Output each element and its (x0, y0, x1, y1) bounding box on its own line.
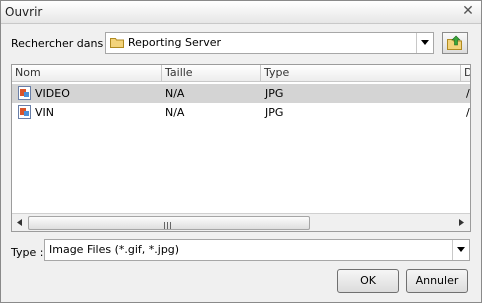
look-in-label: Rechercher dans : (11, 37, 111, 50)
file-type-dropdown[interactable]: Image Files (*.gif, *.jpg) (44, 239, 470, 261)
chevron-down-icon (421, 40, 429, 45)
look-in-dropdown[interactable]: Reporting Server (105, 32, 434, 54)
up-folder-icon (447, 35, 462, 50)
cancel-button[interactable]: Annuler (406, 269, 468, 293)
file-list-header: Nom Taille Type D (12, 65, 470, 82)
file-type: JPG (265, 106, 284, 119)
image-file-icon (18, 86, 31, 103)
chevron-down-icon (457, 247, 465, 252)
horizontal-scrollbar[interactable] (12, 213, 470, 231)
column-header-type[interactable]: Type (261, 65, 461, 81)
table-row[interactable]: VIN N/A JPG / (12, 103, 470, 122)
table-row[interactable]: VIDEO N/A JPG / (12, 84, 470, 103)
scroll-right-button[interactable] (454, 214, 470, 231)
open-dialog: Ouvrir ✕ Rechercher dans : Reporting Ser… (0, 0, 482, 303)
scrollbar-grip (164, 219, 174, 229)
file-list[interactable]: Nom Taille Type D VIDEO N/A JPG / (11, 64, 471, 232)
scroll-left-button[interactable] (12, 214, 28, 231)
file-date: / (466, 106, 470, 119)
image-file-icon (18, 105, 31, 122)
folder-icon (110, 36, 124, 51)
column-header-size[interactable]: Taille (162, 65, 261, 81)
file-size: N/A (165, 87, 185, 100)
file-type-value: Image Files (*.gif, *.jpg) (49, 243, 180, 256)
up-folder-button[interactable] (442, 32, 468, 54)
dialog-title: Ouvrir (5, 5, 43, 19)
close-icon[interactable]: ✕ (461, 4, 475, 18)
look-in-dropdown-button[interactable] (416, 33, 433, 53)
column-header-name[interactable]: Nom (12, 65, 162, 81)
ok-button[interactable]: OK (337, 269, 399, 293)
chevron-left-icon (17, 219, 22, 226)
file-size: N/A (165, 106, 185, 119)
chevron-right-icon (459, 219, 464, 226)
file-date: / (466, 87, 470, 100)
title-bar: Ouvrir ✕ (1, 1, 481, 24)
file-type: JPG (265, 87, 284, 100)
scrollbar-thumb[interactable] (28, 216, 310, 230)
file-name: VIN (35, 106, 54, 119)
file-type-label: Type : (11, 246, 44, 259)
look-in-value: Reporting Server (128, 36, 222, 49)
file-type-dropdown-button[interactable] (452, 240, 469, 260)
file-name: VIDEO (35, 87, 70, 100)
column-header-date[interactable]: D (461, 65, 470, 81)
